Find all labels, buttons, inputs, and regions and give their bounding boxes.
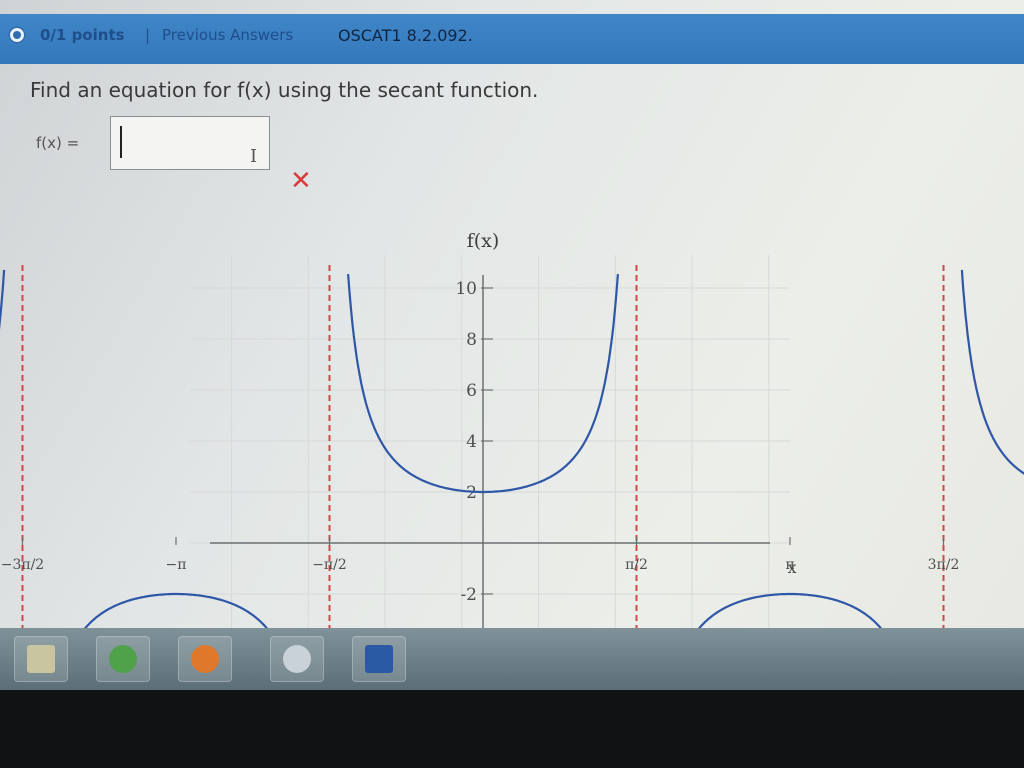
word-icon <box>365 645 393 673</box>
y-tick-label: -2 <box>460 585 477 605</box>
x-tick-label: −3π/2 <box>1 557 44 573</box>
taskbar <box>0 628 1024 690</box>
x-tick-label: −π <box>166 557 187 573</box>
secant-curve-branch <box>960 269 1024 475</box>
internet-explorer-icon <box>109 645 137 673</box>
x-tick-label: π/2 <box>625 557 648 573</box>
monitor-screen: 0/1 points | Previous Answers OSCAT1 8.2… <box>0 0 1024 690</box>
taskbar-button-dell[interactable] <box>270 636 324 682</box>
taskbar-button-word[interactable] <box>352 636 406 682</box>
y-tick-label: 4 <box>466 432 477 452</box>
media-player-icon <box>191 645 219 673</box>
y-tick-label: 8 <box>466 330 477 350</box>
y-tick-label: 2 <box>466 483 477 503</box>
y-axis-label: f(x) <box>467 230 500 252</box>
y-tick-label: 6 <box>466 381 477 401</box>
y-tick-label: 10 <box>455 279 477 299</box>
x-axis-label: x <box>787 558 796 577</box>
monitor-bezel <box>0 690 1024 768</box>
x-tick-label: 3π/2 <box>928 557 960 573</box>
taskbar-button-media[interactable] <box>178 636 232 682</box>
file-explorer-icon <box>27 645 55 673</box>
secant-graph: 108642-2-4−2π−3π/2−π−π/2π/2π3π/22πf(x)x <box>0 230 1024 666</box>
dell-icon <box>283 645 311 673</box>
secant-curve-branch <box>0 269 6 330</box>
taskbar-button-ie[interactable] <box>96 636 150 682</box>
x-tick-label: −π/2 <box>312 557 347 573</box>
taskbar-button-explorer[interactable] <box>14 636 68 682</box>
